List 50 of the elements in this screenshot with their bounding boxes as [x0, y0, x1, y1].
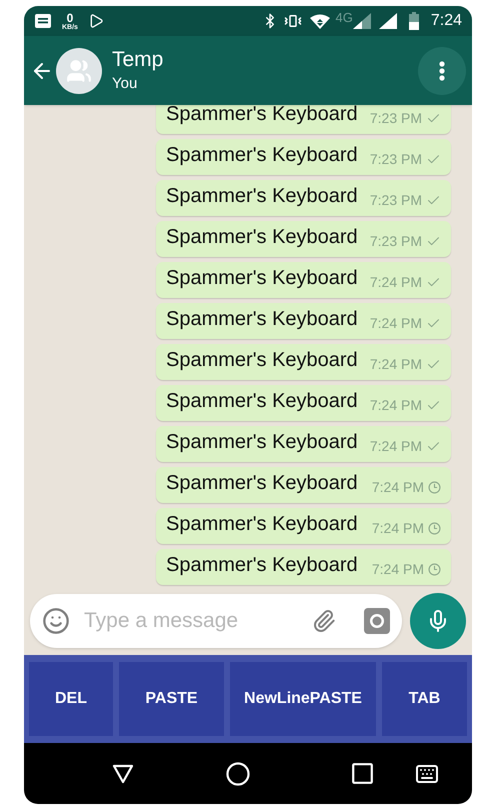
speed-value: 0 [66, 12, 74, 24]
message-time: 7:24 PM [370, 436, 422, 456]
message-text: Spammer's Keyboard [166, 348, 358, 373]
message-text: Spammer's Keyboard [166, 105, 358, 127]
signal-icon [378, 13, 397, 29]
message-text: Spammer's Keyboard [166, 307, 358, 332]
keyboard-key[interactable]: NewLinePASTE [230, 662, 376, 736]
signal-icon [352, 13, 371, 29]
message-text: Spammer's Keyboard [166, 266, 358, 291]
battery-icon [408, 12, 419, 30]
message-time: 7:23 PM [370, 190, 422, 210]
keyboard-key[interactable]: PASTE [119, 662, 224, 736]
message-time: 7:23 PM [370, 108, 422, 128]
emoji-icon[interactable] [42, 607, 70, 635]
keyboard-key[interactable]: DEL [29, 662, 113, 736]
message-time: 7:24 PM [372, 518, 424, 538]
message-time: 7:23 PM [370, 150, 422, 168]
message-text: Spammer's Keyboard [166, 430, 358, 455]
chat-subtitle: You [112, 75, 138, 94]
camera-icon[interactable] [364, 608, 390, 634]
message-text: Spammer's Keyboard [166, 143, 358, 168]
message-text: Spammer's Keyboard [166, 512, 358, 537]
wifi-icon [310, 14, 330, 28]
message-field[interactable]: Type a message [30, 594, 402, 648]
message-text: Spammer's Keyboard [166, 389, 358, 414]
message-time: 7:24 PM [372, 560, 424, 578]
message-time: 7:24 PM [370, 396, 422, 414]
keyboard-key[interactable]: TAB [382, 662, 467, 736]
message-time: 7:24 PM [370, 354, 422, 374]
vibrate-icon [284, 12, 302, 30]
message-time: 7:24 PM [372, 478, 424, 496]
message-text: Spammer's Keyboard [166, 184, 358, 209]
message-text: Spammer's Keyboard [166, 471, 358, 496]
message-time: 7:24 PM [370, 272, 422, 292]
message-text: Spammer's Keyboard [166, 225, 358, 250]
recents-nav-icon[interactable] [352, 763, 373, 784]
clock-time: 7:24 [430, 11, 462, 31]
menu-icon [439, 60, 445, 80]
attach-icon[interactable] [312, 609, 336, 633]
message-time: 7:24 PM [370, 314, 422, 332]
network-type: 4G [336, 9, 353, 28]
menu-button[interactable] [418, 46, 466, 94]
group-icon [66, 58, 92, 84]
message-input[interactable]: Type a message [84, 605, 308, 637]
back-nav-icon[interactable] [112, 764, 134, 784]
home-nav-icon[interactable] [226, 762, 250, 786]
message-text: Spammer's Keyboard [166, 553, 358, 578]
chat-title: Temp [112, 47, 164, 73]
notification-icon [34, 13, 52, 29]
message-time: 7:23 PM [370, 232, 422, 250]
